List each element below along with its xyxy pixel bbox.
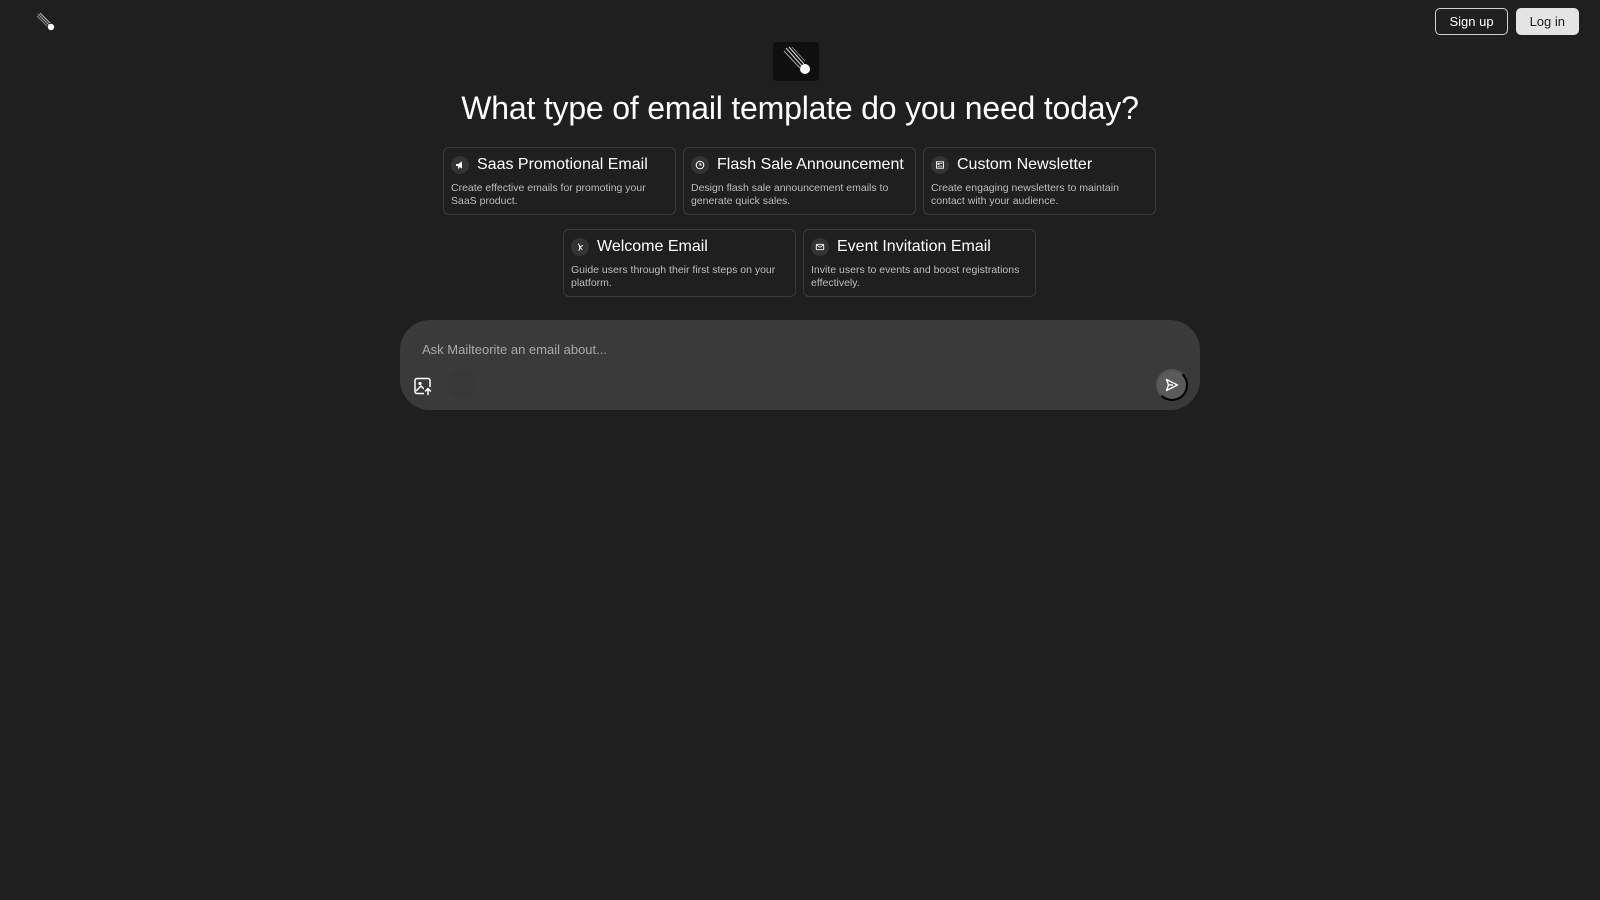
meteor-icon [783, 46, 810, 74]
sign-up-button[interactable]: Sign up [1435, 8, 1508, 35]
card-description: Design flash sale announcement emails to… [691, 182, 889, 207]
placeholder-action [447, 370, 475, 398]
card-title: Saas Promotional Email [477, 156, 648, 173]
card-description: Guide users through their first steps on… [571, 264, 776, 289]
prompt-composer [400, 320, 1200, 410]
template-card-flash-sale[interactable]: Flash Sale Announcement Design flash sal… [683, 147, 916, 215]
log-in-button[interactable]: Log in [1515, 8, 1579, 35]
prompt-input[interactable] [422, 338, 1122, 360]
newspaper-icon [931, 156, 949, 174]
card-title: Welcome Email [597, 238, 708, 255]
template-card-event-invitation[interactable]: Event Invitation Email Invite users to e… [803, 229, 1036, 297]
card-description: Create engaging newsletters to maintain … [931, 182, 1119, 207]
card-description: Invite users to events and boost registr… [811, 264, 1020, 289]
send-icon [1165, 378, 1179, 392]
page-title: What type of email template do you need … [461, 90, 1139, 126]
template-card-welcome[interactable]: Welcome Email Guide users through their … [563, 229, 796, 297]
mail-icon [811, 238, 829, 256]
megaphone-icon [451, 156, 469, 174]
template-card-custom-newsletter[interactable]: Custom Newsletter Create engaging newsle… [923, 147, 1156, 215]
hand-wave-icon [571, 238, 589, 256]
send-button[interactable] [1156, 369, 1188, 401]
card-description: Create effective emails for promoting yo… [451, 182, 646, 207]
meteor-icon[interactable] [35, 11, 57, 33]
clock-icon [691, 156, 709, 174]
card-title: Flash Sale Announcement [717, 156, 904, 173]
auth-actions: Sign up Log in [1435, 8, 1579, 35]
image-upload-icon[interactable] [413, 376, 433, 396]
card-title: Custom Newsletter [957, 156, 1093, 173]
template-card-saas-promotional[interactable]: Saas Promotional Email Create effective … [443, 147, 676, 215]
brand-logo [773, 42, 819, 81]
card-title: Event Invitation Email [837, 238, 991, 255]
app-root: Sign up Log in What type of email templa… [0, 0, 1600, 900]
